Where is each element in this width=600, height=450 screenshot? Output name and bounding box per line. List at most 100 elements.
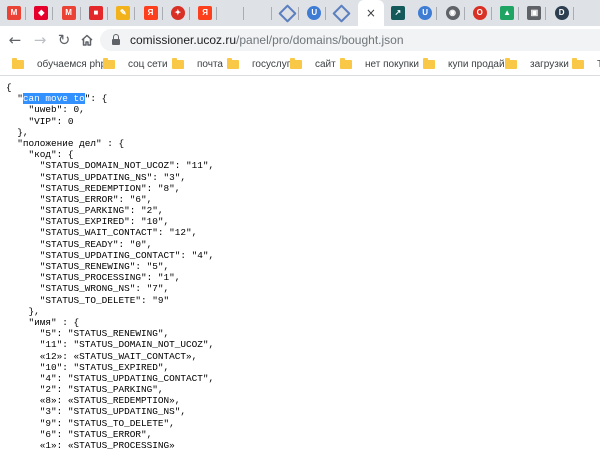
red-o-icon: O: [472, 6, 487, 20]
tab[interactable]: ■: [84, 0, 108, 26]
json-line: "4": "STATUS_UPDATING_CONTACT",: [6, 372, 215, 384]
json-line: «1»: «STATUS_PROCESSING»: [6, 440, 175, 450]
tab[interactable]: M: [57, 0, 81, 26]
bookmark-folder[interactable]: госуслуги: [227, 56, 296, 72]
json-line: "STATUS_UPDATING_CONTACT": "4",: [6, 249, 215, 261]
url-host: comissioner.ucoz.ru: [130, 33, 237, 47]
tab[interactable]: ▲: [495, 0, 520, 26]
tab-separator: [572, 7, 574, 20]
gray-box-icon: ▣: [527, 6, 542, 20]
tab[interactable]: ▣: [522, 0, 547, 26]
tab[interactable]: ↗: [386, 0, 410, 26]
json-line: "11": "STATUS_DOMAIN_NOT_UCOZ",: [6, 339, 215, 351]
json-line: "STATUS_REDEMPTION": "8",: [6, 182, 181, 194]
tab[interactable]: [275, 0, 299, 26]
folder-icon: [423, 57, 435, 69]
bookmark-label: сайт: [315, 58, 336, 70]
bookmark-label: обучаемся php: [37, 58, 107, 70]
json-line: "STATUS_DOMAIN_NOT_UCOZ": "11",: [6, 160, 215, 172]
reload-icon: ↻: [57, 31, 71, 49]
bookmark-label: загрузки: [530, 58, 569, 70]
address-bar[interactable]: comissioner.ucoz.ru/panel/pro/domains/bo…: [100, 29, 600, 51]
json-text: { "can move to": { "uweb": 0, "VIP": 0 }…: [6, 82, 214, 450]
microsoft-icon: [225, 6, 239, 20]
tab-separator: [52, 7, 54, 20]
close-tab-icon[interactable]: ×: [366, 6, 376, 20]
tab-separator: [25, 7, 26, 20]
json-line: "STATUS_ERROR": "6",: [6, 193, 153, 205]
folder-icon: [227, 57, 239, 69]
tab-strip: M ◆ M ■ ✎ Я ✦ Я U × ↗ U ◉ O ▲ ▣ D: [0, 0, 600, 26]
forward-button[interactable]: →: [29, 29, 51, 51]
bookmark-folder[interactable]: Так: [572, 56, 600, 72]
diamond-icon: [277, 3, 297, 23]
tab[interactable]: [248, 0, 272, 26]
tab[interactable]: U: [413, 0, 438, 26]
tab-separator: [134, 7, 136, 20]
json-line: "10": "STATUS_EXPIRED",: [6, 361, 170, 373]
json-line: "VIP": 0: [6, 115, 74, 127]
json-line: {: [6, 82, 12, 93]
tab-separator: [545, 7, 547, 20]
back-button[interactable]: ←: [4, 29, 26, 51]
bookmark-folder[interactable]: почта: [172, 56, 223, 72]
tab-active[interactable]: ×: [357, 0, 384, 26]
bookmark-folder[interactable]: нет покупки: [340, 56, 419, 72]
json-line: «12»: «STATUS_WAIT_CONTACT»,: [6, 350, 198, 362]
tab[interactable]: ◆: [29, 0, 54, 26]
tab[interactable]: [220, 0, 245, 26]
tab-separator: [79, 7, 81, 20]
url-path: /panel/pro/domains/bought.json: [236, 33, 404, 47]
json-line: },: [6, 126, 29, 138]
tab-separator: [298, 7, 299, 20]
json-line: "2": "STATUS_PARKING",: [6, 384, 164, 396]
gmail-icon: M: [61, 6, 76, 20]
home-button[interactable]: [76, 29, 98, 51]
json-line: "STATUS_PARKING": "2",: [6, 205, 164, 217]
tab[interactable]: U: [302, 0, 327, 26]
tab[interactable]: [330, 0, 354, 26]
dark-d-icon: D: [554, 6, 569, 20]
bookmarks-bar: обучаемся php соц сети почта госуслуги сайт н…: [0, 53, 600, 76]
tab[interactable]: M: [2, 0, 26, 26]
folder-icon: [290, 57, 302, 69]
tab-separator: [216, 7, 218, 20]
json-line: "9": "STATUS_TO_DELETE",: [6, 417, 175, 429]
bookmark-folder[interactable]: соц сети: [103, 56, 168, 72]
tab-separator: [161, 7, 163, 20]
reload-button[interactable]: ↻: [53, 29, 75, 51]
folder-icon: [12, 57, 24, 69]
tab[interactable]: ✦: [166, 0, 190, 26]
forward-arrow-icon: →: [33, 31, 47, 49]
tab-separator: [188, 7, 190, 20]
json-line: "положение дел" : {: [6, 137, 125, 149]
tab[interactable]: ✎: [111, 0, 136, 26]
tab[interactable]: O: [468, 0, 492, 26]
bookmark-folder[interactable]: обучаемся php: [12, 56, 106, 72]
yandex-icon: Я: [143, 6, 158, 20]
tab-separator: [325, 7, 327, 20]
bookmark-folder[interactable]: сайт: [290, 56, 336, 72]
json-line: },: [6, 305, 40, 317]
bookmark-label: почта: [197, 58, 223, 70]
bookmark-folder[interactable]: загрузки: [505, 56, 569, 72]
json-line: "STATUS_PROCESSING": "1",: [6, 272, 181, 284]
folder-icon: [103, 57, 115, 69]
tab[interactable]: Я: [193, 0, 218, 26]
folder-icon: [172, 57, 184, 69]
tab-separator: [436, 7, 438, 20]
lock-icon: [110, 34, 122, 46]
text-selection: can move to: [22, 93, 85, 105]
bookmark-folder[interactable]: купи продай: [423, 56, 505, 72]
tab[interactable]: Я: [139, 0, 163, 26]
json-viewer: { "can move to": { "uweb": 0, "VIP": 0 }…: [0, 76, 600, 450]
url-text: comissioner.ucoz.ru/panel/pro/domains/bo…: [130, 33, 404, 47]
tab-separator: [106, 7, 108, 20]
tab[interactable]: D: [550, 0, 574, 26]
red-cube-icon: ◆: [34, 6, 49, 20]
google-drive-icon: ▲: [500, 6, 515, 20]
home-icon: [81, 34, 93, 46]
json-line: "STATUS_WRONG_NS": "7",: [6, 283, 170, 295]
tab[interactable]: ◉: [441, 0, 465, 26]
diamond-icon: [332, 3, 351, 23]
